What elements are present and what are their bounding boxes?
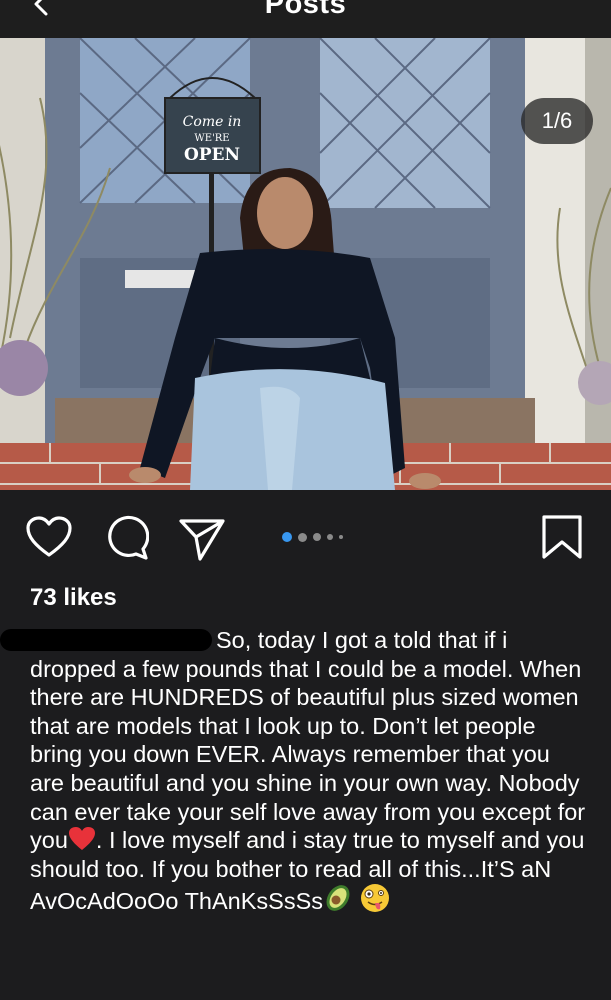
carousel-dot <box>282 532 292 542</box>
likes-count[interactable]: 73 likes <box>30 584 117 612</box>
heart-emoji-icon <box>68 827 95 851</box>
post-image[interactable]: Come in WE'RE OPEN 1/6 <box>0 38 611 490</box>
heart-icon[interactable] <box>25 515 73 559</box>
share-icon[interactable] <box>178 515 226 563</box>
caption-text: So, today I got a told that if i dropped… <box>30 627 586 854</box>
carousel-dot <box>339 535 343 539</box>
caption-text-continued: . I love myself and i stay true to mysel… <box>30 827 585 915</box>
sign-text: OPEN <box>184 145 240 165</box>
comment-icon[interactable] <box>103 515 149 561</box>
bookmark-icon[interactable] <box>541 514 583 560</box>
zany-face-emoji-icon <box>360 884 389 913</box>
image-counter: 1/6 <box>521 98 593 144</box>
page-title: Posts <box>264 0 347 20</box>
top-bar: Posts <box>0 0 611 38</box>
redacted-username <box>0 629 212 651</box>
post-caption: So, today I got a told that if i dropped… <box>0 626 590 916</box>
avocado-emoji-icon <box>326 885 350 912</box>
carousel-dot <box>298 532 307 542</box>
carousel-dot <box>327 534 333 540</box>
sign-text: WE'RE <box>194 133 229 144</box>
carousel-indicator <box>282 532 343 542</box>
sign-text: Come in <box>183 114 242 130</box>
carousel-dot <box>313 533 321 541</box>
